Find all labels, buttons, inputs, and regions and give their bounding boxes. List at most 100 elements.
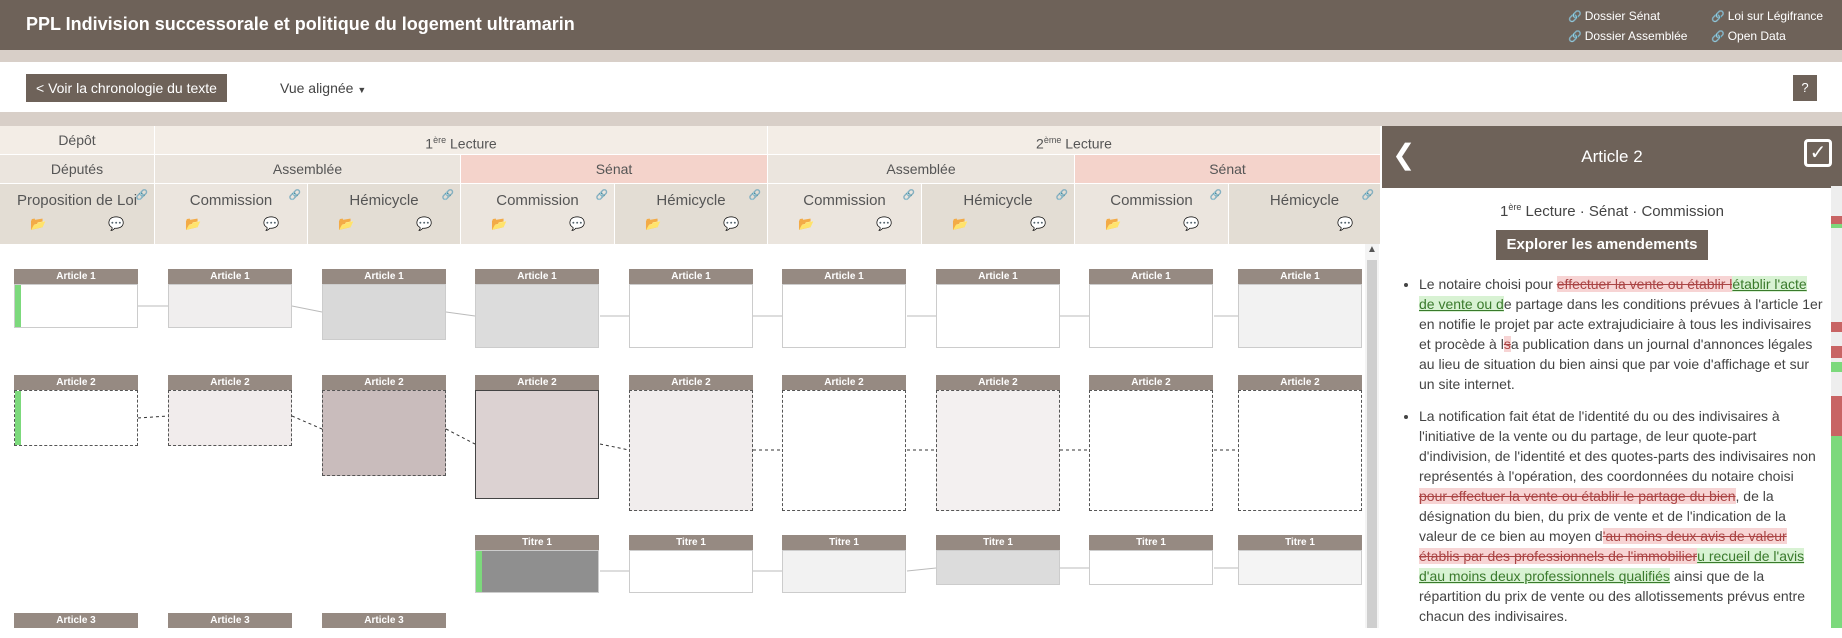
page-title: PPL Indivision successorale et politique… xyxy=(26,14,575,34)
divider-band xyxy=(0,50,1842,62)
article-card[interactable]: Article 1 xyxy=(168,269,292,328)
panel-subtitle: 1ère Lecture · Sénat · Commission xyxy=(1500,202,1724,220)
legifrance-link[interactable]: 🔗 Loi sur Légifrance xyxy=(1711,9,1823,23)
toolbar: < Voir la chronologie du texte Vue align… xyxy=(0,62,1842,112)
chronologie-button[interactable]: < Voir la chronologie du texte xyxy=(26,74,227,102)
scroll-up-icon[interactable]: ▲ xyxy=(1367,244,1377,255)
folder-icon[interactable]: 📂 xyxy=(338,216,354,232)
checkbox-icon[interactable]: ✓ xyxy=(1804,139,1832,167)
col-hemicycle[interactable]: Hémicycle 🔗 📂 💬 xyxy=(308,184,460,244)
folder-icon[interactable]: 📂 xyxy=(952,216,968,232)
folder-icon[interactable]: 📂 xyxy=(645,216,661,232)
link-icon[interactable]: 🔗 xyxy=(1056,190,1068,201)
col-1ere-lecture: 1ère Lecture xyxy=(155,126,767,154)
article-card[interactable]: Article 1 xyxy=(14,269,138,328)
col-senat: Sénat xyxy=(461,155,767,183)
articles-grid: Article 1 Article 1 Article 1 Article 1 … xyxy=(0,244,1365,628)
comment-icon[interactable]: 💬 xyxy=(1337,216,1353,232)
comment-icon[interactable]: 💬 xyxy=(723,216,739,232)
link-icon[interactable]: 🔗 xyxy=(1362,190,1374,201)
open-data-link[interactable]: 🔗 Open Data xyxy=(1711,29,1786,43)
col-commission[interactable]: Commission 🔗 📂 💬 xyxy=(155,184,307,244)
comment-icon[interactable]: 💬 xyxy=(876,216,892,232)
changes-minimap[interactable] xyxy=(1831,186,1842,628)
link-icon[interactable]: 🔗 xyxy=(903,190,915,201)
dossier-senat-link[interactable]: 🔗 Dossier Sénat xyxy=(1568,9,1660,23)
link-icon[interactable]: 🔗 xyxy=(749,190,761,201)
col-hemicycle[interactable]: Hémicycle 🔗 💬 xyxy=(1229,184,1380,244)
col-deputes: Députés xyxy=(0,155,154,183)
article-card[interactable]: Article 1 xyxy=(629,269,753,348)
link-icon: 🔗 xyxy=(1568,11,1582,23)
article-card[interactable]: Article 3 xyxy=(322,613,446,628)
link-icon: 🔗 xyxy=(1711,31,1725,43)
article-card[interactable]: Article 1 xyxy=(782,269,906,348)
article-paragraph: Le notaire choisi pour effectuer la vent… xyxy=(1419,274,1824,394)
article-card[interactable]: Article 2 xyxy=(936,375,1060,511)
comment-icon[interactable]: 💬 xyxy=(1030,216,1046,232)
grid-scrollbar[interactable]: ▲ xyxy=(1365,244,1379,628)
link-icon[interactable]: 🔗 xyxy=(596,190,608,201)
explore-amendments-button[interactable]: Explorer les amendements xyxy=(1496,230,1708,260)
col-depot: Dépôt xyxy=(0,126,154,154)
article-card[interactable]: Article 1 xyxy=(322,269,446,340)
article-card[interactable]: Article 2 xyxy=(629,375,753,511)
link-icon: 🔗 xyxy=(1568,31,1582,43)
scroll-thumb[interactable] xyxy=(1367,260,1377,628)
panel-title: Article 2 xyxy=(1581,147,1643,166)
divider-band xyxy=(0,112,1842,126)
col-proposition-de-loi[interactable]: Proposition de Loi 🔗 📂 💬 xyxy=(0,184,154,244)
link-icon[interactable]: 🔗 xyxy=(289,190,301,201)
article-card-selected[interactable]: Article 2 xyxy=(475,375,599,499)
folder-icon[interactable]: 📂 xyxy=(30,216,46,232)
comment-icon[interactable]: 💬 xyxy=(416,216,432,232)
titre-card[interactable]: Titre 1 xyxy=(936,535,1060,585)
article-card[interactable]: Article 1 xyxy=(1089,269,1213,348)
col-commission[interactable]: Commission 🔗 📂 💬 xyxy=(768,184,921,244)
col-hemicycle[interactable]: Hémicycle 🔗 📂 💬 xyxy=(615,184,767,244)
folder-icon[interactable]: 📂 xyxy=(185,216,201,232)
article-card[interactable]: Article 1 xyxy=(475,269,599,348)
article-card[interactable]: Article 2 xyxy=(1089,375,1213,511)
article-card[interactable]: Article 2 xyxy=(322,375,446,476)
folder-icon[interactable]: 📂 xyxy=(1105,216,1121,232)
article-card[interactable]: Article 3 xyxy=(14,613,138,628)
top-bar: PPL Indivision successorale et politique… xyxy=(0,0,1842,50)
col-commission[interactable]: Commission 🔗 📂 💬 xyxy=(461,184,614,244)
link-icon[interactable]: 🔗 xyxy=(442,190,454,201)
comment-icon[interactable]: 💬 xyxy=(1183,216,1199,232)
comment-icon[interactable]: 💬 xyxy=(263,216,279,232)
folder-icon[interactable]: 📂 xyxy=(491,216,507,232)
titre-card[interactable]: Titre 1 xyxy=(475,535,599,593)
article-card[interactable]: Article 1 xyxy=(936,269,1060,348)
article-card[interactable]: Article 2 xyxy=(168,375,292,446)
article-card[interactable]: Article 3 xyxy=(168,613,292,628)
comment-icon[interactable]: 💬 xyxy=(108,216,124,232)
titre-card[interactable]: Titre 1 xyxy=(1089,535,1213,585)
article-card[interactable]: Article 2 xyxy=(14,375,138,446)
article-paragraph: La notification fait état de l'identité … xyxy=(1419,406,1824,626)
col-hemicycle[interactable]: Hémicycle 🔗 📂 💬 xyxy=(922,184,1074,244)
article-card[interactable]: Article 1 xyxy=(1238,269,1362,348)
folder-icon[interactable]: 📂 xyxy=(798,216,814,232)
link-icon: 🔗 xyxy=(1711,11,1725,23)
view-dropdown[interactable]: Vue alignée ▼ xyxy=(280,80,366,96)
panel-header: ❮ Article 2 ✓ xyxy=(1382,126,1842,188)
link-icon[interactable]: 🔗 xyxy=(1210,190,1222,201)
comment-icon[interactable]: 💬 xyxy=(569,216,585,232)
article-panel: ❮ Article 2 ✓ 1ère Lecture · Sénat · Com… xyxy=(1382,126,1842,628)
help-button[interactable]: ? xyxy=(1793,75,1817,101)
article-card[interactable]: Article 2 xyxy=(782,375,906,511)
col-assemblee: Assemblée xyxy=(768,155,1074,183)
article-text: Le notaire choisi pour effectuer la vent… xyxy=(1402,274,1824,638)
dossier-assemblee-link[interactable]: 🔗 Dossier Assemblée xyxy=(1568,29,1687,43)
titre-card[interactable]: Titre 1 xyxy=(1238,535,1362,585)
titre-card[interactable]: Titre 1 xyxy=(629,535,753,593)
link-icon[interactable]: 🔗 xyxy=(136,190,148,201)
titre-card[interactable]: Titre 1 xyxy=(782,535,906,593)
col-commission[interactable]: Commission 🔗 📂 💬 xyxy=(1075,184,1228,244)
col-2eme-lecture: 2ème Lecture xyxy=(768,126,1380,154)
col-senat: Sénat xyxy=(1075,155,1380,183)
caret-down-icon: ▼ xyxy=(357,85,367,95)
article-card[interactable]: Article 2 xyxy=(1238,375,1362,511)
